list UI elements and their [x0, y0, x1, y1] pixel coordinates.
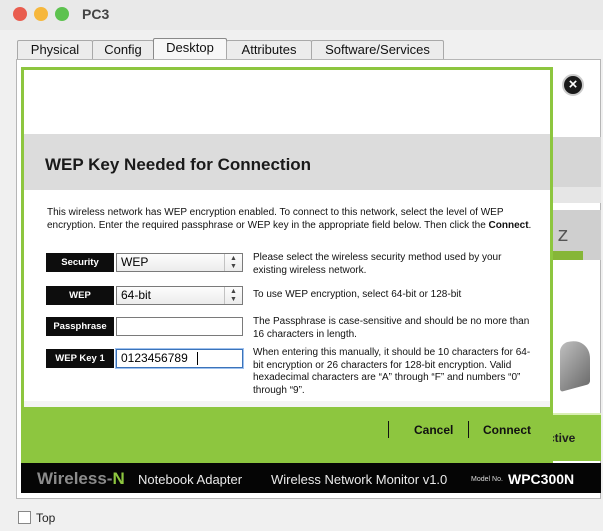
tab-desktop[interactable]: Desktop	[153, 38, 227, 59]
dropdown-arrow-icon: ▲ ▼	[224, 287, 242, 304]
wep-description: To use WEP encryption, select 64-bit or …	[253, 289, 462, 300]
background-bar	[552, 251, 583, 260]
background-panel	[552, 137, 601, 187]
dropdown-arrow-icon: ▲ ▼	[224, 254, 242, 271]
passphrase-input[interactable]	[116, 317, 243, 336]
wep-label: WEP	[46, 286, 114, 305]
window-title: PC3	[82, 6, 110, 22]
passphrase-description: The Passphrase is case-sensitive and sho…	[253, 316, 530, 340]
separator	[388, 421, 389, 438]
security-select[interactable]: WEP ▲ ▼	[116, 253, 243, 272]
wep-select[interactable]: 64-bit ▲ ▼	[116, 286, 243, 305]
adapter-brand-bar: Wireless-N Notebook Adapter Wireless Net…	[21, 463, 601, 493]
dialog-instructions: This wireless network has WEP encryption…	[47, 206, 532, 232]
wep-key-dialog: WEP Key Needed for Connection This wirel…	[21, 67, 553, 463]
background-panel	[552, 187, 601, 203]
wep-value: 64-bit	[121, 288, 152, 302]
brand-logo: Wireless-N	[37, 469, 125, 489]
model-label: Model No.	[471, 476, 503, 483]
background-text: z	[557, 225, 570, 248]
tab-physical[interactable]: Physical	[17, 40, 93, 59]
top-checkbox[interactable]	[18, 511, 31, 524]
window-maximize-button[interactable]	[55, 7, 69, 21]
separator	[468, 421, 469, 438]
passphrase-label: Passphrase	[46, 317, 114, 336]
security-label: Security	[46, 253, 114, 272]
tab-software-services[interactable]: Software/Services	[311, 40, 444, 59]
top-checkbox-label: Top	[36, 511, 56, 525]
brand-prefix: Wireless-	[37, 469, 113, 488]
window-minimize-button[interactable]	[34, 7, 48, 21]
instructions-connect: Connect	[488, 220, 529, 231]
dialog-title: WEP Key Needed for Connection	[45, 155, 312, 174]
security-description: Please select the wireless security meth…	[253, 252, 502, 276]
window-titlebar: PC3	[0, 0, 603, 30]
close-icon[interactable]: ×	[562, 74, 584, 96]
brand-suffix: N	[112, 469, 125, 488]
connect-button[interactable]: Connect	[483, 423, 531, 437]
monitor-version: Wireless Network Monitor v1.0	[271, 472, 448, 487]
model-number: WPC300N	[508, 471, 575, 487]
tab-config[interactable]: Config	[92, 40, 154, 59]
tab-attributes[interactable]: Attributes	[226, 40, 312, 59]
product-name: Notebook Adapter	[138, 472, 243, 487]
cancel-button[interactable]: Cancel	[414, 423, 453, 437]
instructions-text: This wireless network has WEP encryption…	[47, 207, 504, 231]
wep-key1-label: WEP Key 1	[46, 349, 114, 368]
window-close-button[interactable]	[13, 7, 27, 21]
background-status-button[interactable]: ctive	[548, 413, 601, 461]
instructions-end: .	[528, 220, 532, 231]
wep-key1-input[interactable]: 0123456789	[116, 349, 243, 368]
dialog-top-area	[24, 70, 550, 134]
wep-key1-description: When entering this manually, it should b…	[253, 347, 531, 396]
security-value: WEP	[121, 255, 149, 269]
dialog-button-row	[24, 407, 550, 460]
